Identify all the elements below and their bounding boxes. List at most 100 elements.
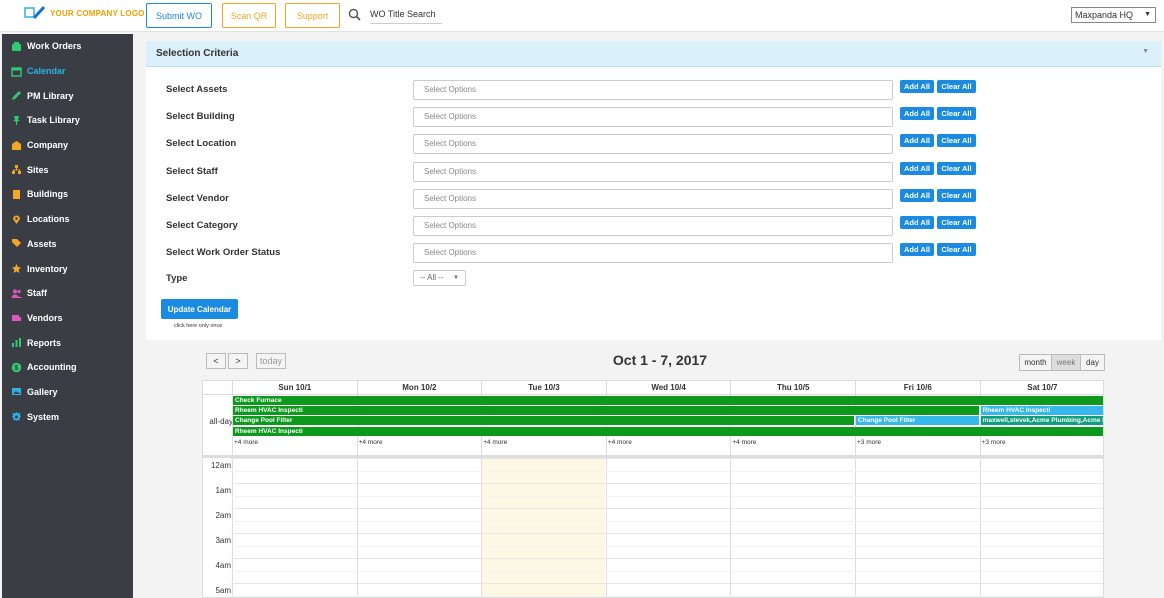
- calendar-event[interactable]: Rheem HVAC Inspecti: [233, 426, 1103, 436]
- view-week-button[interactable]: week: [1051, 354, 1081, 371]
- svg-text:$: $: [15, 365, 19, 372]
- calendar-event[interactable]: Change Pool Filter: [856, 416, 979, 426]
- sidebar-item-company[interactable]: Company: [2, 133, 133, 158]
- company-select[interactable]: Maxpanda HQ ▼: [1071, 7, 1156, 23]
- work-order-status-multiselect[interactable]: Select Options: [413, 243, 893, 264]
- vendor-clear-all-button[interactable]: Clear All: [937, 188, 976, 202]
- hour-gridline: [231, 458, 1103, 459]
- more-events-link[interactable]: +4 more: [359, 439, 383, 446]
- calendar-prev-button[interactable]: <: [206, 353, 226, 369]
- sidebar-item-locations[interactable]: Locations: [2, 207, 133, 232]
- work-order-status-add-all-button[interactable]: Add All: [900, 243, 934, 257]
- sidebar-item-reports[interactable]: Reports: [2, 330, 133, 355]
- day-column-divider: [855, 395, 856, 597]
- assets-multiselect[interactable]: Select Options: [413, 80, 893, 100]
- sidebar-item-label: PM Library: [27, 90, 74, 101]
- half-hour-gridline: [231, 470, 1103, 472]
- chevron-down-icon: ▼: [1144, 11, 1151, 18]
- building-label: Select Building: [166, 111, 235, 123]
- sidebar-item-label: System: [27, 411, 60, 422]
- sidebar-item-task-library[interactable]: Task Library: [2, 108, 133, 133]
- view-day-button[interactable]: day: [1080, 354, 1105, 371]
- day-header: Sat 10/7: [979, 381, 1103, 395]
- building-clear-all-button[interactable]: Clear All: [937, 107, 976, 121]
- collapse-caret-icon[interactable]: ▼: [1142, 48, 1149, 55]
- day-column-divider: [605, 395, 607, 597]
- calendar-event[interactable]: Rheem HVAC Inspecti: [233, 406, 979, 416]
- staff-multiselect[interactable]: Select Options: [413, 161, 893, 182]
- location-clear-all-button[interactable]: Clear All: [937, 134, 976, 148]
- sidebar-item-label: Vendors: [27, 312, 63, 323]
- hour-gridline: [231, 583, 1103, 584]
- calendar-today-button[interactable]: today: [256, 353, 286, 369]
- pencil-icon: [12, 91, 21, 101]
- sidebar-item-label: Work Orders: [27, 41, 82, 52]
- more-events-link[interactable]: +3 more: [857, 439, 881, 446]
- more-events-link[interactable]: +3 more: [982, 439, 1006, 446]
- staff-clear-all-button[interactable]: Clear All: [937, 161, 976, 175]
- wo-title-search-input[interactable]: [370, 4, 442, 24]
- view-month-button[interactable]: month: [1019, 354, 1052, 371]
- company-logo[interactable]: YOUR COMPANY LOGO: [24, 6, 145, 20]
- location-add-all-button[interactable]: Add All: [900, 134, 934, 148]
- selection-criteria-header[interactable]: Selection Criteria ▼: [146, 41, 1161, 67]
- type-select[interactable]: -- All -- ▼: [413, 270, 466, 286]
- more-events-link[interactable]: +4 more: [608, 439, 632, 446]
- update-calendar-button[interactable]: Update Calendar: [161, 299, 238, 319]
- vendors-icon: [12, 315, 21, 322]
- category-add-all-button[interactable]: Add All: [900, 216, 934, 229]
- assets-label: Select Assets: [166, 84, 228, 95]
- day-header: Fri 10/6: [855, 381, 980, 395]
- sidebar-item-assets[interactable]: Assets: [2, 232, 133, 257]
- staff-icon: [11, 289, 22, 298]
- hour-label: 5am: [215, 586, 231, 595]
- sidebar-item-system[interactable]: System: [2, 404, 133, 429]
- sidebar-item-sites[interactable]: Sites: [2, 157, 133, 182]
- category-multiselect[interactable]: Select Options: [413, 216, 893, 236]
- dollar-icon: $: [11, 362, 22, 373]
- day-column-divider: [481, 395, 483, 597]
- calendar-event[interactable]: Change Pool Filter: [233, 416, 854, 426]
- sidebar-item-accounting[interactable]: $ Accounting: [2, 355, 133, 380]
- calendar-event[interactable]: Rheem HVAC Inspecti: [980, 406, 1103, 416]
- more-events-link[interactable]: +4 more: [234, 439, 258, 446]
- tag-icon: [12, 239, 21, 248]
- half-hour-gridline: [231, 520, 1103, 522]
- sidebar-item-vendors[interactable]: Vendors: [2, 306, 133, 331]
- work-order-status-clear-all-button[interactable]: Clear All: [937, 243, 976, 257]
- calendar-event[interactable]: Check Furnace: [233, 396, 1103, 405]
- assets-clear-all-button[interactable]: Clear All: [937, 80, 976, 93]
- building-add-all-button[interactable]: Add All: [900, 107, 934, 121]
- staff-add-all-button[interactable]: Add All: [900, 161, 934, 175]
- calendar-next-button[interactable]: >: [228, 353, 248, 369]
- calendar-event[interactable]: maxwell,stevek,Acme Plumbing,Acme E: [980, 416, 1103, 426]
- company-icon: [12, 140, 21, 150]
- sidebar-item-calendar[interactable]: Calendar: [2, 59, 133, 84]
- gear-icon: [12, 412, 21, 422]
- search-icon[interactable]: [348, 8, 361, 21]
- support-button[interactable]: Support: [285, 3, 340, 28]
- sidebar-item-staff[interactable]: Staff: [2, 281, 133, 306]
- sidebar-item-label: Locations: [27, 214, 70, 225]
- logo-text: YOUR COMPANY LOGO: [50, 8, 145, 18]
- sidebar-item-label: Inventory: [27, 263, 68, 274]
- half-hour-gridline: [231, 570, 1103, 572]
- category-clear-all-button[interactable]: Clear All: [937, 216, 976, 229]
- more-events-link[interactable]: +4 more: [483, 439, 507, 446]
- sidebar-item-inventory[interactable]: Inventory: [2, 256, 133, 281]
- scan-qr-button[interactable]: Scan QR: [222, 3, 276, 28]
- sidebar-item-buildings[interactable]: Buildings: [2, 182, 133, 207]
- selection-criteria-title: Selection Criteria: [156, 48, 239, 59]
- sidebar-item-pm-library[interactable]: PM Library: [2, 83, 133, 108]
- calendar-title: Oct 1 - 7, 2017: [612, 352, 708, 368]
- submit-wo-button[interactable]: Submit WO: [146, 3, 212, 28]
- location-multiselect[interactable]: Select Options: [413, 134, 893, 155]
- more-events-link[interactable]: +4 more: [732, 439, 756, 446]
- vendor-add-all-button[interactable]: Add All: [900, 188, 934, 202]
- assets-add-all-button[interactable]: Add All: [900, 80, 934, 93]
- vendor-multiselect[interactable]: Select Options: [413, 188, 893, 209]
- building-multiselect[interactable]: Select Options: [413, 107, 893, 128]
- sidebar-item-gallery[interactable]: Gallery: [2, 380, 133, 405]
- sidebar-item-work-orders[interactable]: Work Orders: [2, 34, 133, 59]
- day-column-divider: [730, 395, 732, 597]
